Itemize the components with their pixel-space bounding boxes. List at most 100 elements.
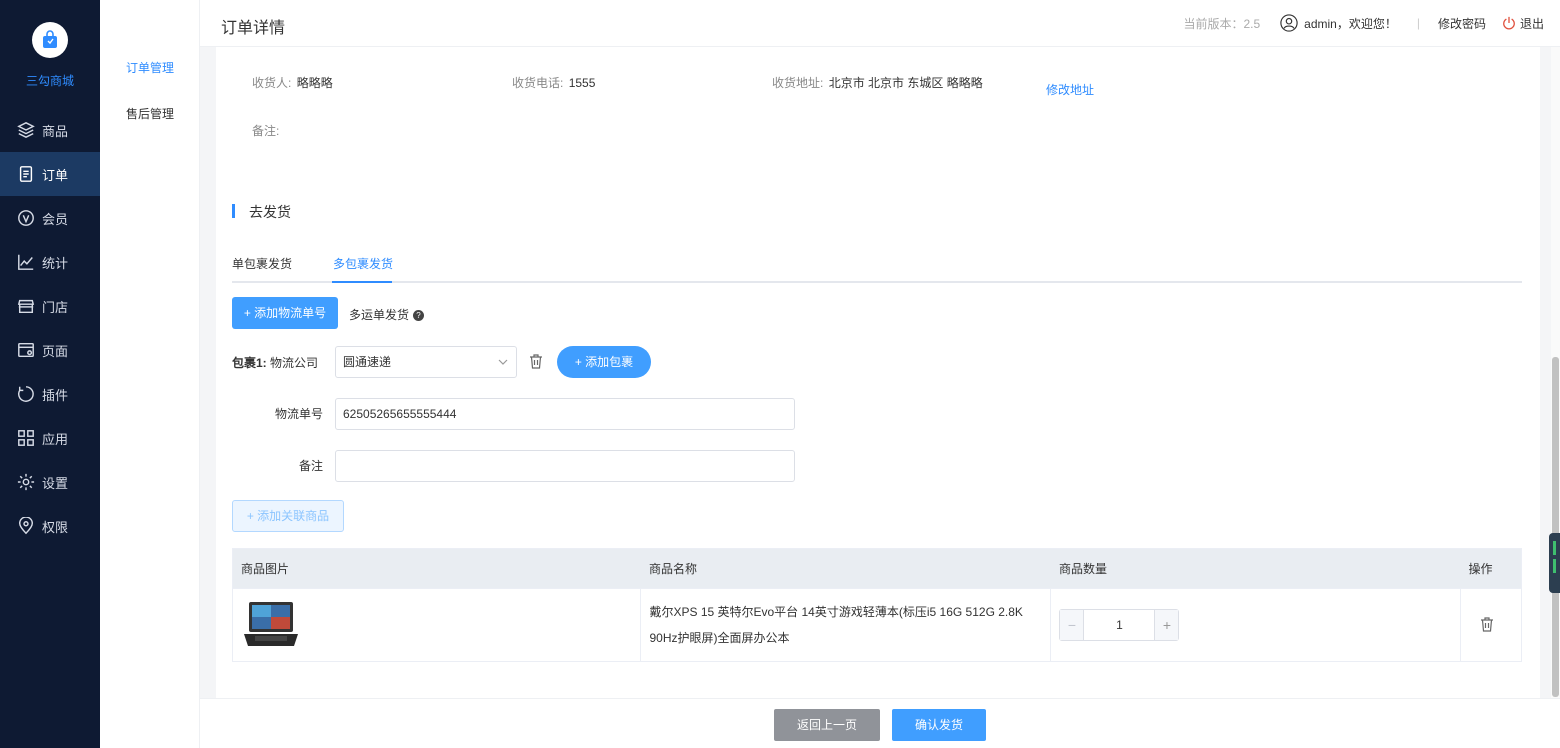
sidebar-item-stats[interactable]: 统计: [0, 240, 100, 284]
order-doc-icon: [16, 164, 36, 184]
chart-icon: [16, 252, 36, 272]
col-header-image: 商品图片: [232, 548, 641, 589]
sidebar-item-label: 统计: [42, 255, 69, 271]
sidebar-item-label: 权限: [42, 519, 69, 535]
sidebar-item-label: 商品: [42, 123, 69, 139]
logout-link[interactable]: 退出: [1520, 15, 1544, 32]
receiver-phone: 收货电话: 1555: [512, 74, 595, 91]
col-header-name: 商品名称: [640, 548, 1051, 589]
remark-input[interactable]: [335, 450, 795, 482]
confirm-shipment-button[interactable]: 确认发货: [892, 709, 986, 741]
submenu-item-order-management[interactable]: 订单管理: [100, 45, 199, 91]
add-package-button[interactable]: + 添加包裹: [557, 346, 651, 378]
delete-package-trash-icon[interactable]: [528, 353, 544, 369]
order-remark-label: 备注:: [252, 124, 280, 138]
plugin-icon: [16, 384, 36, 404]
action-cell: [1460, 588, 1522, 662]
section-title-ship: 去发货: [232, 202, 291, 222]
sidebar-item-pages[interactable]: 页面: [0, 328, 100, 372]
package-label: 包裹1: 物流公司: [232, 354, 318, 371]
receiver-name-label: 收货人:: [252, 76, 292, 90]
layers-icon: [16, 120, 36, 140]
page-scrollbar-thumb[interactable]: [1552, 357, 1559, 697]
logistics-company-label: 物流公司: [270, 356, 319, 370]
sidebar-item-label: 设置: [42, 475, 69, 491]
power-icon[interactable]: [1502, 16, 1516, 30]
sidebar-nav: 商品 订单 会员 统计 门店 页面 插件 应用 设置 权限: [0, 108, 100, 548]
top-header: 订单详情 当前版本：2.5 admin，欢迎您！ | 修改密码 退出: [200, 0, 1560, 47]
order-remark: 备注:: [252, 122, 279, 139]
sidebar-item-plugins[interactable]: 插件: [0, 372, 100, 416]
change-password-link[interactable]: 修改密码: [1438, 15, 1486, 32]
receiver-address-label: 收货地址:: [772, 76, 824, 90]
tab-multi-package[interactable]: 多包裹发货: [333, 255, 393, 272]
product-laptop-image: [244, 602, 298, 646]
package-number-label: 包裹1:: [232, 356, 267, 370]
widget-bar: [1553, 541, 1556, 555]
tracking-number-input[interactable]: 62505265655555444: [335, 398, 795, 430]
quantity-increase-button[interactable]: +: [1154, 610, 1179, 640]
header-actions: 当前版本：2.5 admin，欢迎您！ | 修改密码 退出: [1183, 14, 1544, 32]
header-divider: |: [1416, 16, 1420, 30]
sidebar-item-label: 门店: [42, 299, 69, 315]
sidebar-item-label: 订单: [42, 167, 69, 183]
receiver-address: 收货地址: 北京市 北京市 东城区 略略略: [772, 74, 983, 91]
table-header-row: 商品图片 商品名称 商品数量 操作: [232, 548, 1522, 589]
sidebar-item-goods[interactable]: 商品: [0, 108, 100, 152]
add-tracking-number-button[interactable]: + 添加物流单号: [232, 297, 338, 329]
page-icon: [16, 340, 36, 360]
product-quantity-cell: − 1 +: [1050, 588, 1462, 662]
goods-table: 商品图片 商品名称 商品数量 操作 戴尔XPS 15 英特尔Evo平台 14英寸…: [231, 548, 1522, 662]
tracking-number-label: 物流单号: [275, 407, 324, 421]
receiver-name: 收货人: 略略略: [252, 74, 333, 91]
sidebar-item-label: 应用: [42, 431, 69, 447]
sidebar-item-orders[interactable]: 订单: [0, 152, 100, 196]
gear-icon: [16, 472, 36, 492]
product-image-cell: [231, 588, 642, 662]
product-name-cell: 戴尔XPS 15 英特尔Evo平台 14英寸游戏轻薄本(标压i5 16G 512…: [640, 588, 1052, 662]
widget-bar: [1553, 559, 1556, 573]
quantity-value[interactable]: 1: [1084, 610, 1154, 640]
logistics-company-select[interactable]: 圆通速递: [335, 346, 517, 378]
sidebar-item-permissions[interactable]: 权限: [0, 504, 100, 548]
receiver-phone-value: 1555: [568, 76, 596, 90]
sidebar-item-settings[interactable]: 设置: [0, 460, 100, 504]
chevron-down-icon: [498, 359, 508, 365]
ship-tabs: 单包裹发货 多包裹发货: [232, 250, 1522, 283]
back-button[interactable]: 返回上一页: [774, 709, 880, 741]
secondary-menu: 订单管理 售后管理: [100, 0, 200, 748]
store-icon: [16, 296, 36, 316]
shopping-bag-logo-icon[interactable]: [32, 22, 68, 58]
active-tab-indicator: [332, 281, 392, 283]
logistics-company-value: 圆通速递: [343, 355, 392, 369]
add-related-goods-button[interactable]: + 添加关联商品: [232, 500, 344, 532]
footer-action-bar: 返回上一页 确认发货: [200, 698, 1560, 748]
floating-side-widget[interactable]: [1549, 533, 1560, 593]
edit-address-link[interactable]: 修改地址: [1046, 81, 1094, 98]
order-detail-content: 收货人: 略略略 收货电话: 1555 收货地址: 北京市 北京市 东城区 略略…: [216, 47, 1540, 698]
user-greeting: admin，欢迎您！: [1304, 16, 1397, 31]
delete-row-trash-icon[interactable]: [1479, 616, 1495, 632]
location-shield-icon: [16, 516, 36, 536]
multi-waybill-label: 多运单发货?: [349, 306, 425, 323]
sidebar-item-apps[interactable]: 应用: [0, 416, 100, 460]
sidebar-item-members[interactable]: 会员: [0, 196, 100, 240]
help-question-icon[interactable]: ?: [413, 310, 425, 322]
user-avatar-icon[interactable]: [1280, 14, 1298, 32]
sidebar-item-label: 会员: [42, 211, 69, 227]
sidebar-item-stores[interactable]: 门店: [0, 284, 100, 328]
page-title: 订单详情: [221, 20, 286, 37]
receiver-phone-label: 收货电话:: [512, 76, 564, 90]
table-row: 戴尔XPS 15 英特尔Evo平台 14英寸游戏轻薄本(标压i5 16G 512…: [231, 588, 1522, 662]
tab-single-package[interactable]: 单包裹发货: [232, 255, 292, 272]
quantity-decrease-button[interactable]: −: [1060, 610, 1085, 640]
vip-icon: [16, 208, 36, 228]
apps-icon: [16, 428, 36, 448]
quantity-stepper[interactable]: − 1 +: [1059, 609, 1180, 641]
sidebar-item-label: 页面: [42, 343, 69, 359]
submenu-item-after-sales[interactable]: 售后管理: [100, 91, 199, 137]
multi-waybill-text: 多运单发货: [349, 308, 410, 322]
sidebar-item-label: 插件: [42, 387, 69, 403]
product-name: 戴尔XPS 15 英特尔Evo平台 14英寸游戏轻薄本(标压i5 16G 512…: [649, 605, 1023, 645]
col-header-quantity: 商品数量: [1050, 548, 1461, 589]
